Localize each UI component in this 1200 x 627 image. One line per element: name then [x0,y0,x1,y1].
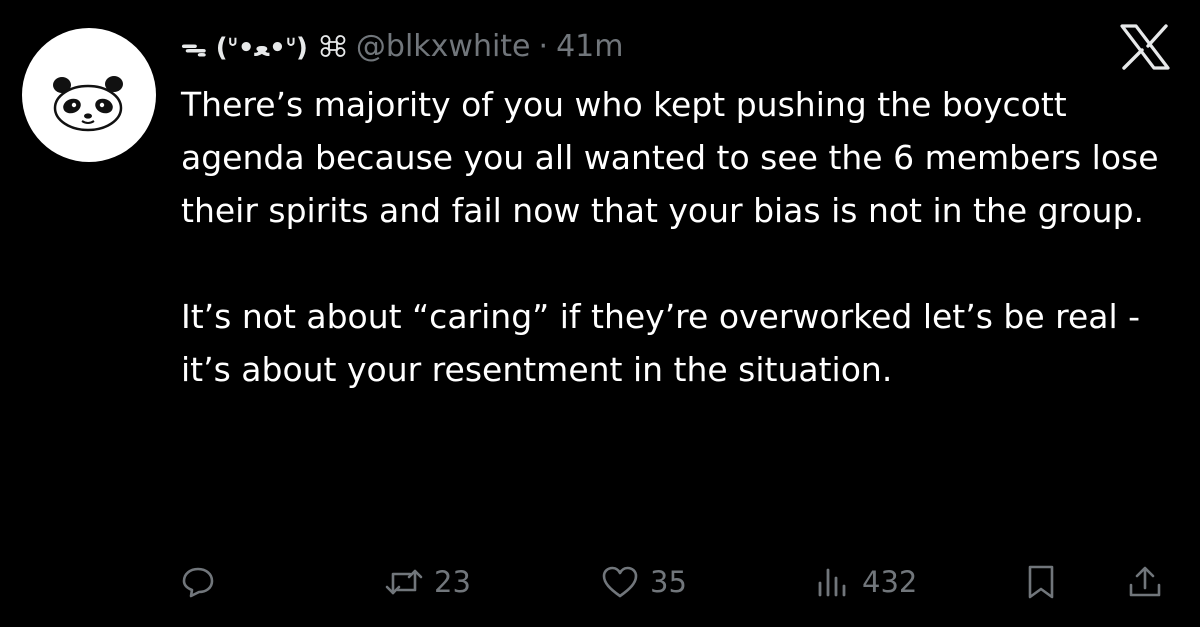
user-handle[interactable]: @blkxwhite [356,29,531,64]
views-count: 432 [862,565,918,599]
header-separator: · [538,28,549,64]
like-count: 35 [650,565,687,599]
repost-count: 23 [434,565,471,599]
post-timestamp[interactable]: 41m [556,29,623,64]
share-icon [1129,566,1161,597]
repost-icon [385,569,423,595]
post: ᯓ (ᐡ•ﻌ•ᐡ) @blkxwhite · 41m There’s major… [0,0,1200,627]
reply-bubble-icon [182,567,214,598]
action-bar: 23 35 432 [0,552,1200,612]
share-button[interactable] [1126,552,1164,612]
bookmark-icon [1028,565,1054,599]
bookmark-button[interactable] [1024,552,1058,612]
heart-icon [602,566,638,598]
views-bar-icon [818,568,846,597]
command-key-icon [320,33,346,59]
like-button[interactable]: 35 [600,552,687,612]
post-paragraph: It’s not about “caring” if they’re overw… [181,297,1141,389]
panda-face-icon [53,76,123,132]
avatar[interactable] [22,28,156,162]
post-text: There’s majority of you who kept pushing… [181,78,1171,396]
post-paragraph: There’s majority of you who kept pushing… [181,85,1159,230]
views-button[interactable]: 432 [814,552,917,612]
display-name[interactable]: ᯓ (ᐡ•ﻌ•ᐡ) [181,28,308,64]
post-header: ᯓ (ᐡ•ﻌ•ᐡ) @blkxwhite · 41m [181,22,623,70]
x-logo-icon[interactable] [1118,24,1172,70]
repost-button[interactable]: 23 [384,552,471,612]
reply-button[interactable] [180,552,216,612]
